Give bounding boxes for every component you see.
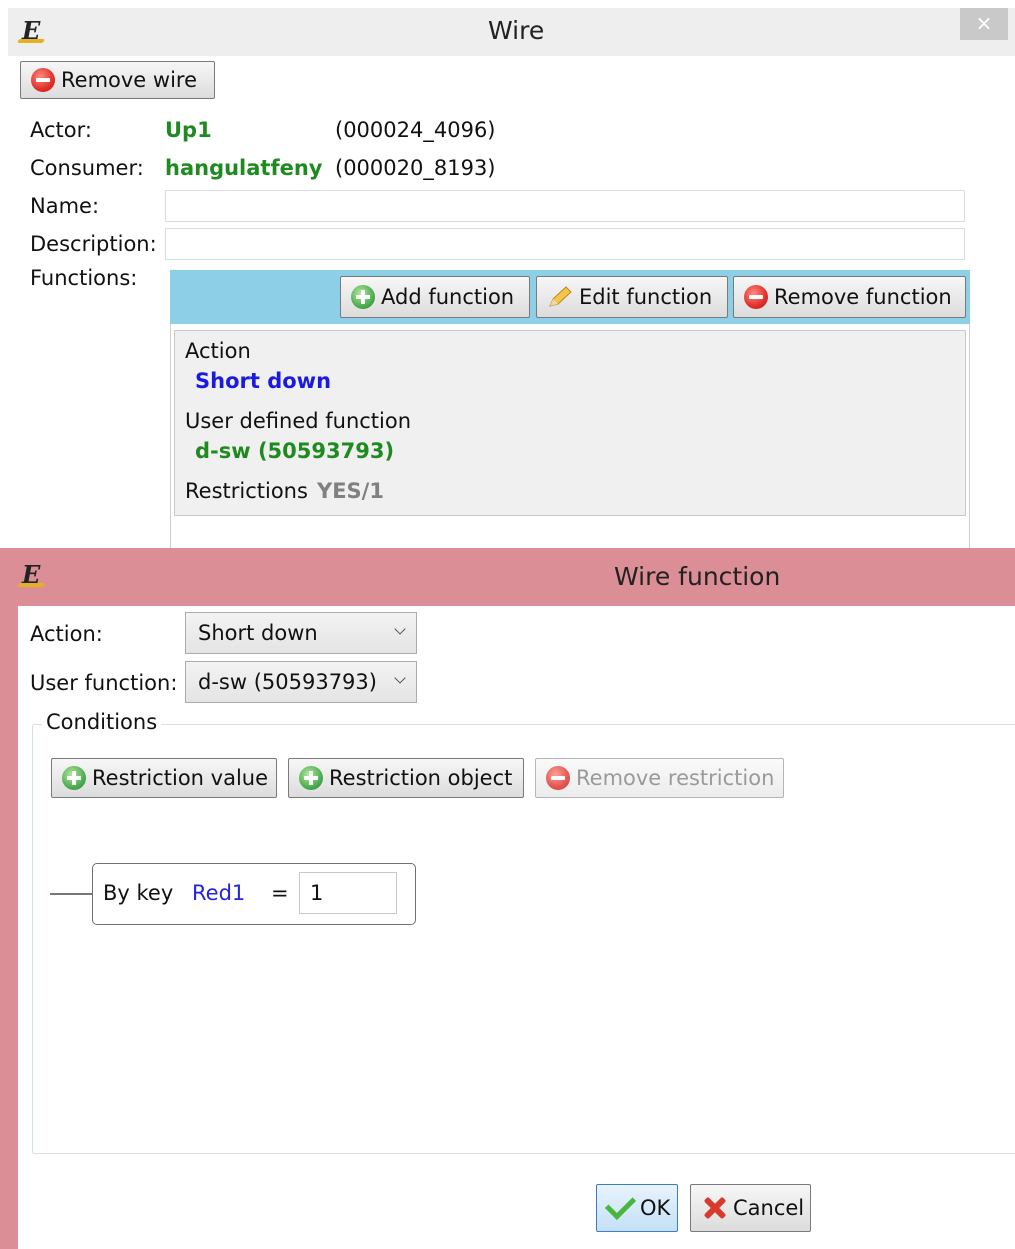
app-logo-icon: E	[22, 560, 41, 589]
user-defined-value: d-sw (50593793)	[195, 439, 395, 463]
window-border	[0, 606, 18, 1249]
restrictions-value: YES/1	[317, 479, 384, 503]
restrictions-caption: Restrictions	[185, 479, 308, 503]
action-caption: Action	[185, 339, 251, 363]
actor-label: Actor:	[30, 118, 92, 142]
user-defined-caption: User defined function	[185, 409, 412, 433]
close-icon	[701, 1195, 727, 1221]
consumer-label: Consumer:	[30, 156, 144, 180]
wire-window: E Wire × Remove wire Actor: Up1 (000024_…	[8, 8, 1015, 560]
consumer-value: hangulatfeny	[165, 156, 323, 180]
user-function-label: User function:	[30, 671, 178, 695]
chevron-down-icon	[394, 672, 406, 684]
ok-button[interactable]: OK	[596, 1184, 678, 1232]
remove-restriction-button[interactable]: Remove restriction	[535, 758, 784, 798]
remove-function-button[interactable]: Remove function	[733, 276, 966, 318]
rule-connector	[50, 893, 92, 895]
restriction-object-button[interactable]: Restriction object	[288, 758, 524, 798]
wire-title-bar[interactable]: E Wire ×	[8, 8, 1015, 56]
remove-icon	[31, 68, 55, 92]
chevron-down-icon	[394, 623, 406, 635]
wire-function-body: Action: Short down User function: d-sw (…	[18, 606, 1015, 1249]
by-key-label: By key	[103, 881, 174, 905]
name-input[interactable]	[165, 190, 965, 222]
add-function-button[interactable]: Add function	[340, 276, 530, 318]
edit-function-button[interactable]: Edit function	[536, 276, 728, 318]
name-label: Name:	[30, 194, 100, 218]
remove-icon	[546, 766, 570, 790]
rule-key-link[interactable]: Red1	[192, 881, 245, 905]
description-label: Description:	[30, 232, 157, 256]
actor-value: Up1	[165, 118, 212, 142]
user-function-select[interactable]: d-sw (50593793)	[185, 661, 417, 703]
actor-id: (000024_4096)	[335, 118, 496, 142]
wire-window-title: Wire	[488, 16, 545, 45]
pencil-icon	[547, 285, 573, 309]
restriction-value-input[interactable]: 1	[299, 872, 397, 914]
remove-wire-button[interactable]: Remove wire	[20, 61, 215, 99]
remove-icon	[744, 285, 768, 309]
restriction-value-button[interactable]: Restriction value	[51, 758, 277, 798]
action-value: Short down	[195, 369, 332, 393]
add-icon	[299, 766, 323, 790]
close-window-button[interactable]: ×	[960, 8, 1008, 40]
functions-label: Functions:	[30, 266, 138, 290]
wire-function-window-title: Wire function	[614, 562, 781, 591]
add-icon	[351, 285, 375, 309]
wire-function-title-bar[interactable]: E Wire function	[0, 548, 1015, 606]
cancel-button[interactable]: Cancel	[690, 1184, 811, 1232]
conditions-legend: Conditions	[42, 710, 162, 734]
check-icon	[604, 1188, 637, 1220]
action-select[interactable]: Short down	[185, 612, 417, 654]
wire-function-window: E Wire function Action: Short down User …	[0, 548, 1015, 1249]
rule-operator: =	[271, 881, 289, 905]
functions-toolbar: Add function Edit function Remove functi…	[170, 270, 970, 324]
add-icon	[62, 766, 86, 790]
action-label: Action:	[30, 622, 103, 646]
description-input[interactable]	[165, 228, 965, 260]
consumer-id: (000020_8193)	[335, 156, 496, 180]
app-logo-icon: E	[22, 16, 41, 45]
function-item[interactable]: Action Short down User defined function …	[174, 330, 966, 516]
